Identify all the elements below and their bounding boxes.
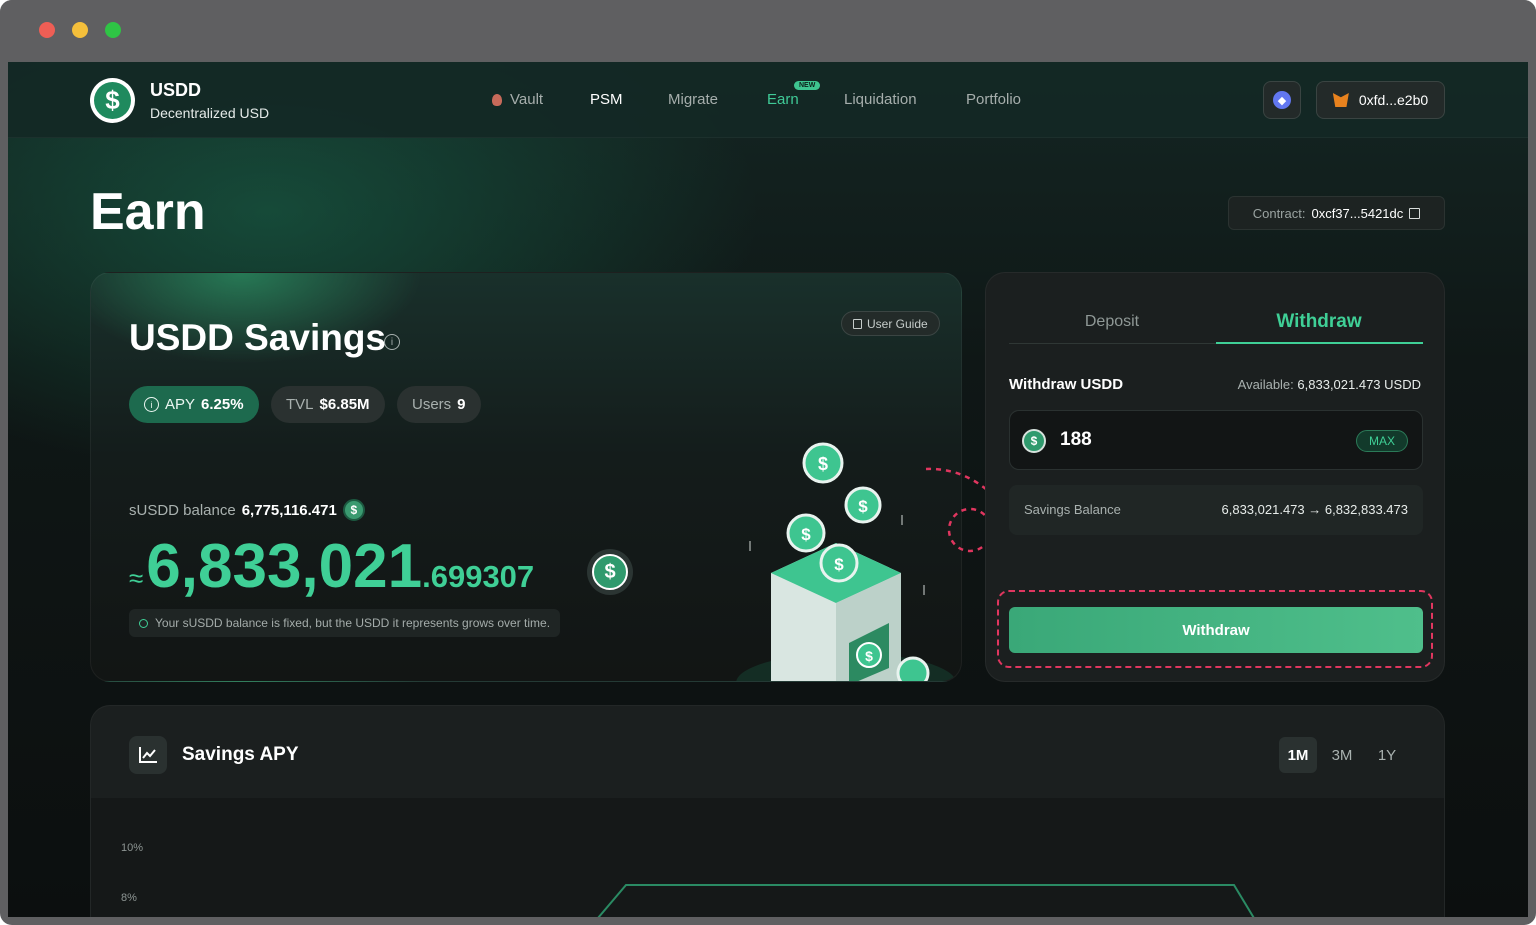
minimize-window-button[interactable] <box>72 22 88 38</box>
usdd-coin-icon: $ <box>1022 429 1046 453</box>
usdd-coin-icon: $ <box>587 549 633 595</box>
apy-chart-title: Savings APY <box>182 744 299 765</box>
tab-deposit[interactable]: Deposit <box>1009 313 1215 331</box>
line-chart-icon <box>129 736 167 774</box>
page-title: Earn <box>90 183 206 241</box>
wallet-address: 0xfd...e2b0 <box>1358 92 1429 108</box>
svg-text:$: $ <box>858 497 868 516</box>
active-tab-indicator <box>1216 342 1423 344</box>
user-guide-label: User Guide <box>867 316 928 331</box>
available-value: 6,833,021.473 USDD <box>1297 377 1421 392</box>
nav-earn[interactable]: Earn <box>767 91 799 108</box>
savings-balance-row: Savings Balance 6,833,021.473 → 6,832,83… <box>1009 485 1423 535</box>
max-button[interactable]: MAX <box>1355 430 1408 452</box>
susdd-balance: sUSDD balance 6,775,116.471 $ <box>129 499 365 521</box>
browser-window: $ USDD Decentralized USD Vault PSM Migra… <box>0 0 1536 925</box>
new-badge: NEW <box>794 81 821 90</box>
usdd-logo[interactable]: $ <box>90 78 135 123</box>
apy-label: APY <box>165 396 196 413</box>
users-badge: Users 9 <box>397 386 481 423</box>
apy-line <box>597 884 1255 917</box>
available-label: Available: <box>1237 377 1294 392</box>
tvl-value: $6.85M <box>319 396 370 413</box>
nav-migrate[interactable]: Migrate <box>668 91 718 108</box>
balance-decimal: .699307 <box>422 559 535 594</box>
svg-text:$: $ <box>818 454 828 474</box>
nav-portfolio[interactable]: Portfolio <box>966 91 1021 108</box>
nav-psm[interactable]: PSM <box>590 91 623 108</box>
usdd-balance: ≈ 6,833,021 .699307 <box>129 531 534 602</box>
range-3m[interactable]: 3M <box>1323 737 1361 773</box>
svg-text:$: $ <box>865 648 873 664</box>
window-titlebar <box>0 0 1536 62</box>
tvl-label: TVL <box>286 396 314 413</box>
apy-value: 6.25% <box>201 396 244 413</box>
contract-label: Contract: <box>1252 205 1306 221</box>
metamask-icon <box>1332 93 1349 107</box>
amount-input[interactable]: $ 188 MAX <box>1009 410 1423 470</box>
range-1m[interactable]: 1M <box>1279 737 1317 773</box>
amount-value[interactable]: 188 <box>1060 429 1092 451</box>
available-balance: Available: 6,833,021.473 USDD <box>1238 377 1421 392</box>
balance-tip: Your sUSDD balance is fixed, but the USD… <box>129 609 561 637</box>
fire-icon <box>492 94 502 106</box>
apy-badge[interactable]: i APY 6.25% <box>129 386 259 423</box>
user-guide-button[interactable]: User Guide <box>841 311 940 336</box>
wallet-button[interactable]: 0xfd...e2b0 <box>1316 81 1445 119</box>
brand-subtitle: Decentralized USD <box>150 105 270 121</box>
tip-text: Your sUSDD balance is fixed, but the USD… <box>155 616 551 630</box>
balance-integer: 6,833,021 <box>146 532 423 601</box>
highlight-box <box>997 590 1433 668</box>
nav-vault[interactable]: Vault <box>510 91 543 108</box>
svg-text:$: $ <box>834 555 844 574</box>
tvl-badge: TVL $6.85M <box>271 386 385 423</box>
users-value: 9 <box>457 396 466 413</box>
nav-liquidation[interactable]: Liquidation <box>844 91 917 108</box>
contract-link[interactable]: Contract: 0xcf37...5421dc <box>1228 196 1445 230</box>
book-icon <box>853 318 862 329</box>
dollar-icon: $ <box>94 82 131 119</box>
susdd-label: sUSDD balance <box>129 501 236 519</box>
info-icon: i <box>144 397 159 412</box>
maximize-window-button[interactable] <box>105 22 121 38</box>
external-link-icon <box>1409 207 1421 219</box>
brand-title: USDD <box>150 80 202 100</box>
savings-card: USDD Savings i User Guide i APY 6.25% TV… <box>90 272 962 682</box>
ethereum-icon: ◆ <box>1273 91 1291 109</box>
info-icon[interactable]: i <box>384 334 400 350</box>
savings-title: USDD Savings <box>129 317 387 358</box>
close-window-button[interactable] <box>39 22 55 38</box>
users-label: Users <box>412 396 452 413</box>
top-nav: $ USDD Decentralized USD Vault PSM Migra… <box>8 62 1528 138</box>
range-1y[interactable]: 1Y <box>1368 737 1406 773</box>
savings-balance-change: 6,833,021.473 → 6,832,833.473 <box>1221 502 1409 517</box>
lightbulb-icon <box>139 618 148 628</box>
tab-withdraw[interactable]: Withdraw <box>1216 311 1422 333</box>
susdd-coin-icon: $ <box>342 499 365 521</box>
approx-sign: ≈ <box>129 563 144 593</box>
susdd-value: 6,775,116.471 <box>241 501 337 519</box>
network-button[interactable]: ◆ <box>1263 81 1301 119</box>
savings-balance-label: Savings Balance <box>1024 502 1121 517</box>
svg-text:$: $ <box>801 525 811 544</box>
contract-address: 0xcf37...5421dc <box>1311 205 1404 221</box>
withdraw-label: Withdraw USDD <box>1009 376 1124 393</box>
apy-chart-area: 10% 8% <box>91 798 1444 917</box>
savings-apy-card: Savings APY 1M 3M 1Y 10% 8% <box>90 705 1445 917</box>
app-root: $ USDD Decentralized USD Vault PSM Migra… <box>8 62 1528 917</box>
